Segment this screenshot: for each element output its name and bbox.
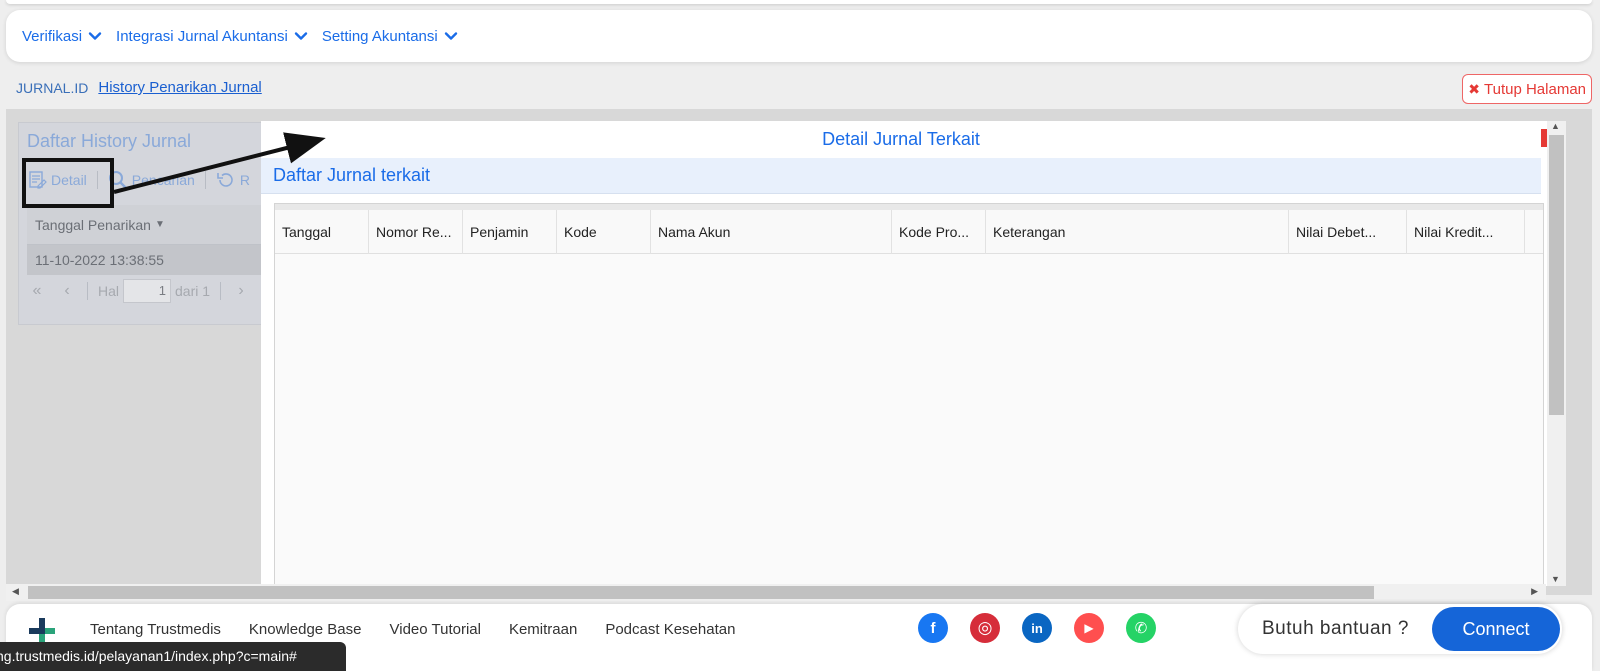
toolbar-divider (204, 171, 206, 189)
menu-integrasi-label: Integrasi Jurnal Akuntansi (116, 27, 288, 45)
social-links: f ◎ in ▶ ✆ (918, 613, 1178, 643)
facebook-icon[interactable]: f (918, 613, 948, 643)
footer-link-kemitraan[interactable]: Kemitraan (509, 621, 577, 638)
help-text: Butuh bantuan ? (1262, 618, 1409, 639)
column-header[interactable]: Keterangan (986, 210, 1289, 254)
status-url-text: ng.trustmedis.id/pelayanan1/index.php?c=… (0, 648, 297, 664)
footer-link-tentang[interactable]: Tentang Trustmedis (90, 621, 221, 638)
help-widget: Butuh bantuan ? Connect (1238, 604, 1562, 654)
breadcrumb-current[interactable]: History Penarikan Jurnal (98, 79, 261, 96)
dialog-subheader: Daftar Jurnal terkait (261, 158, 1541, 194)
breadcrumb-root[interactable]: JURNAL.ID (16, 80, 88, 96)
annotation-highlight-box (22, 158, 114, 208)
refresh-icon (217, 173, 233, 187)
instagram-icon[interactable]: ◎ (970, 613, 1000, 643)
scroll-up-icon[interactable]: ▲ (1551, 121, 1560, 131)
search-button-label: Pencarian (131, 172, 195, 188)
connect-button[interactable]: Connect (1432, 607, 1560, 651)
column-header[interactable]: Penjamin (463, 210, 557, 254)
column-header[interactable]: Tanggal (275, 210, 369, 254)
close-page-label: Tutup Halaman (1484, 80, 1586, 98)
breadcrumb: JURNAL.ID History Penarikan Jurnal (16, 79, 262, 96)
close-page-button[interactable]: ✖ Tutup Halaman (1462, 74, 1592, 104)
column-header[interactable]: Nilai Debet... (1289, 210, 1407, 254)
scrollbar-thumb[interactable] (28, 586, 1374, 599)
page-total-label: dari 1 (175, 283, 211, 299)
footer-links: Tentang Trustmedis Knowledge Base Video … (90, 621, 763, 638)
status-bar-url: ng.trustmedis.id/pelayanan1/index.php?c=… (0, 642, 346, 671)
pager-divider (87, 282, 88, 300)
top-bar-edge (6, 0, 1592, 4)
page-label: Hal (98, 283, 120, 299)
refresh-button-label: R (239, 172, 250, 188)
sort-down-icon: ▼ (154, 219, 165, 230)
menu-setting-akuntansi[interactable]: Setting Akuntansi (322, 28, 458, 45)
row-date: 11-10-2022 13:38:55 (35, 252, 164, 268)
journal-grid: Tanggal Nomor Re... Penjamin Kode Nama A… (274, 203, 1544, 586)
column-header[interactable]: Nilai Kredit... (1407, 210, 1525, 254)
chevron-down-icon (294, 32, 308, 40)
subheader-title: Daftar Jurnal terkait (273, 165, 431, 185)
footer-link-knowledge-base[interactable]: Knowledge Base (249, 621, 362, 638)
chevron-down-icon (88, 32, 102, 40)
scroll-right-icon[interactable]: ▶ (1531, 586, 1538, 597)
youtube-icon[interactable]: ▶ (1074, 613, 1104, 643)
whatsapp-icon[interactable]: ✆ (1126, 613, 1156, 643)
footer-link-video-tutorial[interactable]: Video Tutorial (390, 621, 481, 638)
menu-bar: Verifikasi Integrasi Jurnal Akuntansi Se… (6, 10, 1592, 62)
menu-integrasi-jurnal[interactable]: Integrasi Jurnal Akuntansi (116, 28, 308, 45)
column-header[interactable]: Kode (557, 210, 651, 254)
footer-link-podcast[interactable]: Podcast Kesehatan (605, 621, 735, 638)
refresh-button[interactable]: R (216, 170, 250, 190)
panel-title: Daftar History Jurnal (27, 131, 192, 151)
close-icon: ✖ (1468, 80, 1480, 97)
detail-dialog: Detail Jurnal Terkait Daftar Jurnal terk… (261, 121, 1547, 586)
next-page-icon[interactable]: › (231, 282, 251, 300)
grid-header: Tanggal Nomor Re... Penjamin Kode Nama A… (275, 210, 1543, 254)
menu-verifikasi[interactable]: Verifikasi (22, 28, 102, 45)
scroll-left-icon[interactable]: ◀ (12, 586, 19, 597)
prev-page-icon[interactable]: ‹ (57, 282, 77, 300)
pagination: « ‹ Hal 1 dari 1 › (27, 279, 261, 303)
search-button[interactable]: Pencarian (108, 170, 195, 190)
column-header[interactable]: Nama Akun (651, 210, 892, 254)
vertical-scrollbar[interactable]: ▲ ▼ (1547, 121, 1566, 586)
dialog-title: Detail Jurnal Terkait (822, 129, 980, 149)
scrollbar-thumb[interactable] (1549, 135, 1564, 415)
column-header[interactable]: Kode Pro... (892, 210, 986, 254)
menu-setting-label: Setting Akuntansi (321, 27, 438, 45)
scroll-down-icon[interactable]: ▼ (1551, 574, 1560, 584)
column-header-tanggal-penarikan[interactable]: Tanggal Penarikan ▼ (27, 205, 267, 245)
horizontal-scrollbar[interactable]: ◀ ▶ (6, 584, 1546, 601)
column-header[interactable]: Nomor Re... (369, 210, 463, 254)
page-number-input[interactable]: 1 (123, 279, 172, 303)
column-header-label: Tanggal Penarikan (35, 216, 151, 233)
linkedin-icon[interactable]: in (1022, 613, 1052, 643)
history-list-panel: Daftar History Jurnal Detail Pencarian R… (18, 122, 267, 325)
first-page-icon[interactable]: « (27, 282, 47, 300)
table-row[interactable]: 11-10-2022 13:38:55 (27, 245, 267, 275)
pager-divider (220, 282, 222, 300)
menu-verifikasi-label: Verifikasi (22, 27, 83, 45)
chevron-down-icon (444, 32, 457, 40)
